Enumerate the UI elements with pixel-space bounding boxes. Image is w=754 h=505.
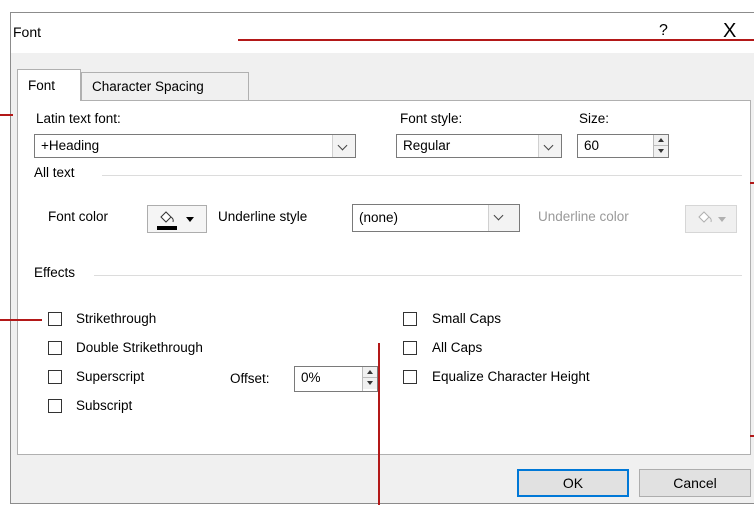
latin-text-font-select[interactable]: +Heading <box>34 134 356 158</box>
effects-group-label: Effects <box>34 265 76 280</box>
callout-line-all-text <box>750 182 754 184</box>
chevron-down-icon[interactable] <box>332 135 355 157</box>
double-strikethrough-label: Double Strikethrough <box>76 340 203 355</box>
latin-text-font-label: Latin text font: <box>36 111 121 126</box>
title-bar: Font ? X <box>11 13 754 53</box>
callout-line-tabs <box>0 114 13 116</box>
font-style-select[interactable]: Regular <box>396 134 562 158</box>
spin-down-icon[interactable] <box>363 378 377 389</box>
chevron-down-icon[interactable] <box>538 135 561 157</box>
font-style-value: Regular <box>403 138 451 153</box>
effects-divider <box>94 275 742 276</box>
equalize-character-height-checkbox[interactable] <box>403 370 417 384</box>
paint-bucket-icon <box>698 211 712 223</box>
underline-color-button[interactable] <box>685 205 737 233</box>
size-spin-buttons[interactable] <box>653 135 668 157</box>
underline-color-label: Underline color <box>538 209 629 224</box>
strikethrough-checkbox[interactable] <box>48 312 62 326</box>
tab-character-spacing[interactable]: Character Spacing <box>81 72 249 101</box>
underline-style-value: (none) <box>359 210 399 225</box>
offset-spin-buttons[interactable] <box>362 367 377 391</box>
subscript-label: Subscript <box>76 398 133 413</box>
spin-up-icon[interactable] <box>654 135 668 146</box>
font-color-label: Font color <box>48 209 109 224</box>
cancel-button[interactable]: Cancel <box>639 469 751 497</box>
equalize-character-height-label: Equalize Character Height <box>432 369 590 384</box>
small-caps-label: Small Caps <box>432 311 502 326</box>
font-tab-panel: Latin text font: +Heading Font style: Re… <box>17 100 751 455</box>
strikethrough-label: Strikethrough <box>76 311 157 326</box>
chevron-down-icon[interactable] <box>488 205 519 231</box>
help-button[interactable]: ? <box>659 22 668 40</box>
size-label: Size: <box>579 111 610 126</box>
subscript-checkbox[interactable] <box>48 399 62 413</box>
spin-up-icon[interactable] <box>363 367 377 378</box>
dropdown-arrow-icon <box>718 217 726 222</box>
paint-bucket-icon <box>160 211 174 223</box>
superscript-label: Superscript <box>76 369 145 384</box>
callout-line-offset <box>378 343 380 505</box>
size-spinner[interactable]: 60 <box>577 134 669 158</box>
superscript-checkbox[interactable] <box>48 370 62 384</box>
size-value: 60 <box>584 138 600 153</box>
font-color-swatch <box>157 226 177 230</box>
offset-label: Offset: <box>230 371 270 386</box>
callout-line-title <box>238 39 754 41</box>
tab-character-spacing-label: Character Spacing <box>92 79 204 94</box>
tab-font[interactable]: Font <box>17 69 81 101</box>
all-caps-label: All Caps <box>432 340 483 355</box>
offset-value: 0% <box>301 370 321 385</box>
underline-style-label: Underline style <box>218 209 308 224</box>
tab-font-label: Font <box>28 78 56 93</box>
all-caps-checkbox[interactable] <box>403 341 417 355</box>
ok-button[interactable]: OK <box>517 469 629 497</box>
double-strikethrough-checkbox[interactable] <box>48 341 62 355</box>
latin-text-font-value: +Heading <box>41 138 100 153</box>
all-text-divider <box>102 175 742 176</box>
dropdown-arrow-icon <box>186 217 194 222</box>
spin-down-icon[interactable] <box>654 146 668 157</box>
font-style-label: Font style: <box>400 111 463 126</box>
tab-strip: Font Character Spacing <box>11 69 754 101</box>
all-text-group-label: All text <box>34 165 75 180</box>
small-caps-checkbox[interactable] <box>403 312 417 326</box>
offset-spinner[interactable]: 0% <box>294 366 378 392</box>
font-dialog: Font ? X Font Character Spacing Latin te… <box>10 12 754 504</box>
callout-line-checkboxes <box>0 319 42 321</box>
callout-line-buttons <box>750 435 754 437</box>
font-color-button[interactable] <box>147 205 207 233</box>
underline-style-select[interactable]: (none) <box>352 204 520 232</box>
dialog-title: Font <box>13 24 42 40</box>
